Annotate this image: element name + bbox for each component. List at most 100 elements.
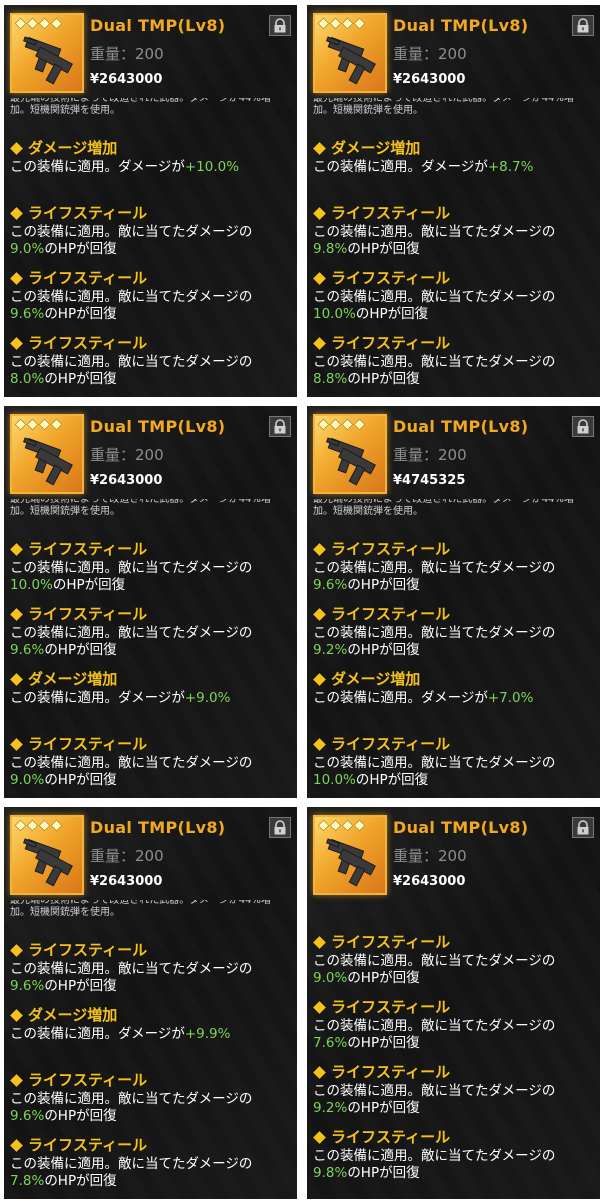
dual-tmp-weapon-icon [23, 838, 73, 887]
ability-name-label: ライフスティール [331, 540, 451, 558]
item-card[interactable]: Dual TMP(Lv8) 重量：200 ¥2643000 最先端の技術によって… [4, 5, 297, 397]
ability-name-label: ダメージ増加 [28, 1006, 118, 1024]
diamond-bullet-icon [313, 1000, 326, 1014]
ability-desc-text: この装備に適用。敵に当てたダメージの [313, 289, 556, 305]
rarity-diamonds-icon [317, 418, 366, 431]
rarity-diamonds-icon [14, 17, 63, 30]
ability-desc-text: この装備に適用。敵に当てたダメージの [313, 224, 556, 240]
ability-desc-line-2: 9.6%のHPが回復 [10, 1108, 294, 1125]
ability-entry: ライフスティール この装備に適用。敵に当てたダメージの 9.0%のHPが回復 [313, 931, 597, 996]
ability-name-label: ダメージ増加 [331, 670, 421, 688]
ability-desc-line-1: この装備に適用。敵に当てたダメージの [10, 560, 294, 577]
ability-entry: ライフスティール この装備に適用。敵に当てたダメージの 10.0%のHPが回復 [313, 267, 597, 332]
dual-tmp-weapon-icon [23, 36, 73, 85]
item-price: ¥4745325 [393, 473, 466, 488]
item-weight: 重量：200 [90, 847, 164, 865]
diamond-bullet-icon [10, 1008, 23, 1022]
item-card[interactable]: Dual TMP(Lv8) 重量：200 ¥2643000 ライフスティール こ… [307, 807, 600, 1199]
ability-entry: ライフスティール この装備に適用。敵に当てたダメージの 10.0%のHPが回復 [313, 733, 597, 798]
ability-value: 9.0% [10, 241, 45, 257]
item-weight: 重量：200 [90, 446, 164, 464]
description-line-1: 最先端の技術によって改造された武器。ダメージが44%増 [313, 499, 574, 505]
ability-desc-line-1: この装備に適用。敵に当てたダメージの [10, 755, 294, 772]
item-weight: 重量：200 [393, 847, 467, 865]
ability-desc-text: のHPが回復 [347, 642, 420, 658]
ability-list: ダメージ増加 この装備に適用。ダメージが+8.7% ライフスティール この装備に… [313, 137, 597, 397]
item-card[interactable]: Dual TMP(Lv8) 重量：200 ¥4745325 最先端の技術によって… [307, 406, 600, 798]
ability-entry: ライフスティール この装備に適用。敵に当てたダメージの 7.8%のHPが回復 [10, 1134, 294, 1199]
rarity-diamonds-icon [14, 819, 63, 832]
item-description: 最先端の技術によって改造された武器。ダメージが44%増 加。短機関銃弾を使用。 [313, 499, 597, 518]
rarity-diamonds-icon [14, 418, 63, 431]
ability-desc-text: のHPが回復 [347, 1035, 420, 1051]
ability-name-label: ライフスティール [28, 735, 148, 753]
lock-icon[interactable] [269, 817, 291, 838]
ability-desc-line-1: この装備に適用。敵に当てたダメージの [10, 1091, 294, 1108]
item-title: Dual TMP(Lv8) [90, 818, 226, 837]
description-line-2: 加。短機関銃弾を使用。 [10, 105, 120, 116]
item-thumbnail [313, 815, 387, 895]
item-weight: 重量：200 [90, 45, 164, 63]
ability-list: ダメージ増加 この装備に適用。ダメージが+10.0% ライフスティール この装備… [10, 137, 294, 397]
ability-desc-text: のHPが回復 [44, 241, 117, 257]
diamond-bullet-icon [313, 1130, 326, 1144]
ability-desc-text: この装備に適用。敵に当てたダメージの [313, 1083, 556, 1099]
ability-value: 10.0% [313, 772, 356, 788]
ability-entry: ライフスティール この装備に適用。敵に当てたダメージの 9.2%のHPが回復 [313, 1061, 597, 1126]
ability-desc-text: この装備に適用。敵に当てたダメージの [10, 224, 253, 240]
ability-list: ライフスティール この装備に適用。敵に当てたダメージの 9.0%のHPが回復 ラ… [313, 931, 597, 1191]
ability-desc-line-1: この装備に適用。ダメージが+8.7% [313, 159, 597, 176]
ability-name: ライフスティール [313, 996, 597, 1018]
ability-name-label: ライフスティール [331, 269, 451, 287]
rarity-diamonds-icon [317, 819, 366, 832]
ability-desc-text: この装備に適用。敵に当てたダメージの [10, 560, 253, 576]
lock-icon[interactable] [572, 15, 594, 36]
ability-value: 7.8% [10, 1173, 45, 1189]
ability-name: ライフスティール [313, 202, 597, 224]
item-title: Dual TMP(Lv8) [393, 16, 529, 35]
ability-name: ライフスティール [10, 538, 294, 560]
ability-entry: ライフスティール この装備に適用。敵に当てたダメージの 10.0%のHPが回復 [10, 538, 294, 603]
ability-desc-text: のHPが回復 [44, 978, 117, 994]
item-card[interactable]: Dual TMP(Lv8) 重量：200 ¥2643000 最先端の技術によって… [4, 406, 297, 798]
ability-name: ダメージ増加 [313, 668, 597, 690]
ability-desc-text: のHPが回復 [347, 241, 420, 257]
ability-entry: ライフスティール この装備に適用。敵に当てたダメージの 9.6%のHPが回復 [313, 538, 597, 603]
ability-value: 9.2% [313, 1100, 348, 1116]
ability-name: ライフスティール [313, 603, 597, 625]
ability-desc-text: この装備に適用。敵に当てたダメージの [313, 1018, 556, 1034]
description-line-1: 最先端の技術によって改造された武器。ダメージが44%増 [10, 499, 271, 505]
lock-icon[interactable] [269, 416, 291, 437]
item-card[interactable]: Dual TMP(Lv8) 重量：200 ¥2643000 最先端の技術によって… [4, 807, 297, 1199]
lock-icon[interactable] [269, 15, 291, 36]
diamond-bullet-icon [313, 1065, 326, 1079]
ability-name: ライフスティール [313, 267, 597, 289]
ability-entry: ライフスティール この装備に適用。敵に当てたダメージの 9.0%のHPが回復 [10, 733, 294, 798]
ability-name: ライフスティール [10, 332, 294, 354]
ability-name: ライフスティール [313, 332, 597, 354]
description-line-2: 加。短機関銃弾を使用。 [10, 907, 120, 918]
ability-desc-line-1: この装備に適用。敵に当てたダメージの [313, 1148, 597, 1165]
ability-desc-text: この装備に適用。敵に当てたダメージの [10, 289, 253, 305]
ability-desc-line-1: この装備に適用。敵に当てたダメージの [10, 354, 294, 371]
ability-value: 9.6% [10, 306, 45, 322]
ability-value: 9.0% [313, 970, 348, 986]
item-title: Dual TMP(Lv8) [90, 417, 226, 436]
item-description: 最先端の技術によって改造された武器。ダメージが44%増 加。短機関銃弾を使用。 [10, 499, 294, 518]
ability-name-label: ライフスティール [331, 1128, 451, 1146]
ability-desc-line-1: この装備に適用。敵に当てたダメージの [313, 354, 597, 371]
diamond-bullet-icon [10, 542, 23, 556]
ability-name-label: ライフスティール [28, 334, 148, 352]
ability-name: ダメージ増加 [10, 1004, 294, 1026]
ability-name: ライフスティール [313, 931, 597, 953]
lock-icon[interactable] [572, 817, 594, 838]
ability-name-label: ライフスティール [28, 941, 148, 959]
lock-icon[interactable] [572, 416, 594, 437]
ability-desc-line-1: この装備に適用。敵に当てたダメージの [313, 1083, 597, 1100]
ability-list: ライフスティール この装備に適用。敵に当てたダメージの 10.0%のHPが回復 … [10, 538, 294, 798]
ability-entry: ダメージ増加 この装備に適用。ダメージが+7.0% [313, 668, 597, 733]
ability-desc-line-2: 9.0%のHPが回復 [10, 772, 294, 789]
ability-desc-text: のHPが回復 [355, 306, 429, 322]
ability-desc-text: のHPが回復 [355, 772, 429, 788]
item-card[interactable]: Dual TMP(Lv8) 重量：200 ¥2643000 最先端の技術によって… [307, 5, 600, 397]
